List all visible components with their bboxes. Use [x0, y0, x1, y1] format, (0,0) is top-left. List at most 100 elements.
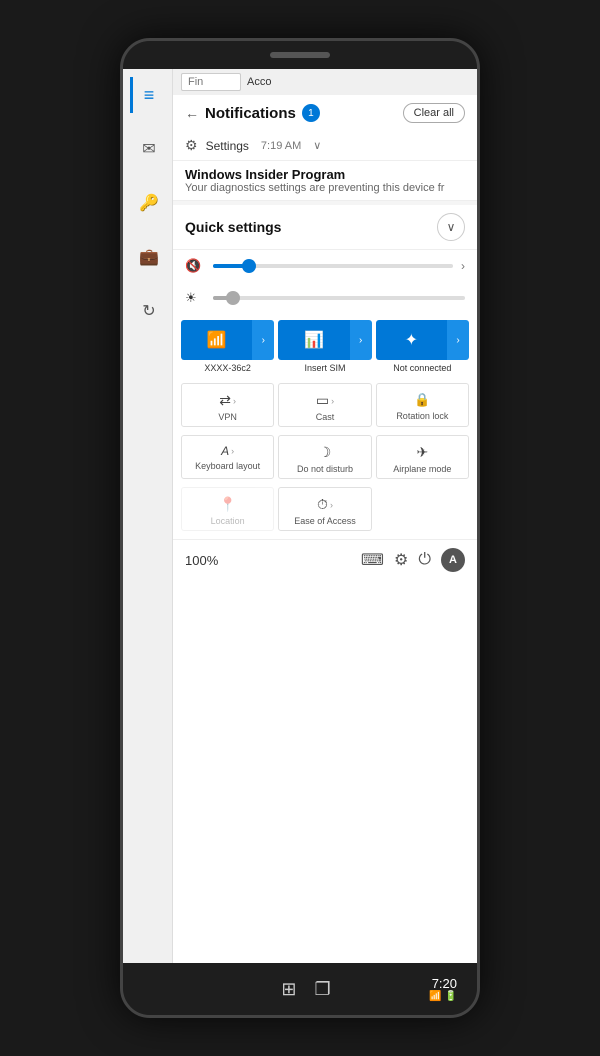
sidebar: ≡ ✉ 🔑 💼 ↻ [123, 69, 173, 963]
ease-of-access-tile[interactable]: ⏱ › Ease of Access [278, 487, 371, 531]
wifi-icon: 📶 [207, 330, 227, 350]
bt-tile-arrow[interactable]: › [447, 320, 469, 360]
rotation-lock-icon: 🔒 [414, 392, 430, 408]
cast-tile-inner: ▭ › [316, 392, 334, 409]
dnd-tile-label: Do not disturb [297, 464, 353, 474]
sim-tile-label: Insert SIM [304, 363, 345, 373]
sim-tile-arrow[interactable]: › [350, 320, 372, 360]
windows-start-icon[interactable]: ⊞ [281, 979, 296, 1000]
bluetooth-tile-button[interactable]: ✦ [376, 320, 447, 360]
wifi-tile-btn-row: 📶 › [181, 320, 274, 360]
quick-settings-collapse-button[interactable]: ∨ [437, 213, 465, 241]
ease-of-access-inner: ⏱ › [317, 496, 333, 513]
taskbar-right-area: 7:20 📶 🔋 [429, 976, 457, 1002]
vpn-arrow-icon: › [233, 396, 236, 406]
battery-percentage: 100% [185, 553, 218, 568]
back-button[interactable]: ← [185, 105, 199, 121]
location-icon: 📍 [219, 496, 236, 513]
wifi-status-icon: 📶 [429, 991, 441, 1002]
fourth-tiles-row: 📍 Location ⏱ › Ease of Access [173, 483, 477, 535]
airplane-tile-inner: ✈ [416, 444, 428, 461]
rotation-lock-tile-label: Rotation lock [396, 411, 448, 421]
settings-bottom-icon[interactable]: ⚙ [394, 550, 408, 570]
keyboard-icon: A [221, 444, 229, 458]
keyboard-layout-tile[interactable]: A › Keyboard layout [181, 435, 274, 479]
signal-icon: 📊 [304, 330, 324, 350]
location-tile[interactable]: 📍 Location [181, 487, 274, 531]
sidebar-item-briefcase[interactable]: 💼 [130, 239, 166, 275]
notifications-header: ← Notifications 1 Clear all [173, 95, 477, 131]
vpn-icon: ⇄ [219, 392, 231, 409]
rotation-lock-tile-inner: 🔒 [414, 392, 430, 408]
sidebar-item-mail[interactable]: ✉ [130, 131, 166, 167]
quick-settings-panel: Quick settings ∨ 🔇 › ☀ [173, 205, 477, 963]
sim-tile-button[interactable]: 📊 [278, 320, 349, 360]
volume-slider-thumb [242, 259, 256, 273]
volume-slider-row: 🔇 › [173, 250, 477, 282]
insider-notification-item[interactable]: Windows Insider Program Your diagnostics… [173, 161, 477, 201]
cast-tile[interactable]: ▭ › Cast [278, 383, 371, 427]
empty-tile [376, 487, 469, 531]
tertiary-tiles-row: A › Keyboard layout ☽ Do not disturb [173, 431, 477, 483]
sidebar-item-refresh[interactable]: ↻ [130, 293, 166, 329]
battery-status-icon: 🔋 [445, 991, 457, 1002]
dnd-icon: ☽ [319, 444, 332, 461]
tile-group-bluetooth: ✦ › Not connected [376, 320, 469, 373]
location-tile-label: Location [211, 516, 245, 526]
brightness-slider-row: ☀ [173, 282, 477, 314]
insider-notif-title: Windows Insider Program [185, 167, 465, 182]
settings-chevron-icon: ∨ [313, 139, 321, 152]
tile-group-wifi: 📶 › XXXX-36c2 [181, 320, 274, 373]
brightness-slider[interactable] [213, 296, 465, 300]
settings-notif-label: Settings [206, 139, 249, 153]
airplane-mode-tile[interactable]: ✈ Airplane mode [376, 435, 469, 479]
taskbar-time: 7:20 [432, 976, 457, 991]
airplane-icon: ✈ [416, 444, 428, 461]
sidebar-item-keys[interactable]: 🔑 [130, 185, 166, 221]
brightness-icon: ☀ [185, 290, 205, 306]
task-view-icon[interactable]: ❐ [315, 979, 331, 1000]
volume-slider[interactable] [213, 264, 453, 268]
phone-taskbar: ⊞ ❐ 7:20 📶 🔋 [123, 963, 477, 1015]
quick-settings-title: Quick settings [185, 219, 281, 235]
notifications-badge: 1 [302, 104, 320, 122]
bluetooth-tile-label: Not connected [393, 363, 451, 373]
ease-of-access-tile-label: Ease of Access [294, 516, 356, 526]
sim-tile-btn-row: 📊 › [278, 320, 371, 360]
do-not-disturb-tile[interactable]: ☽ Do not disturb [278, 435, 371, 479]
wifi-tile-button[interactable]: 📶 [181, 320, 252, 360]
bt-tile-btn-row: ✦ › [376, 320, 469, 360]
wifi-tile-label: XXXX-36c2 [204, 363, 251, 373]
vpn-tile-label: VPN [218, 412, 237, 422]
find-input[interactable] [181, 73, 241, 91]
collapse-chevron-icon: ∨ [447, 220, 456, 234]
main-content: Acco ← Notifications 1 Clear all ⚙ Setti… [173, 69, 477, 963]
clear-all-button[interactable]: Clear all [403, 103, 465, 123]
keyboard-layout-tile-label: Keyboard layout [195, 461, 260, 471]
settings-notif-time: 7:19 AM [261, 140, 301, 152]
keyboard-bottom-icon[interactable]: ⌨ [361, 550, 384, 570]
power-bottom-icon[interactable]: ⏻ [418, 551, 431, 569]
rotation-lock-tile[interactable]: 🔒 Rotation lock [376, 383, 469, 427]
bluetooth-icon: ✦ [405, 330, 418, 350]
sidebar-item-menu[interactable]: ≡ [130, 77, 166, 113]
insider-notif-desc: Your diagnostics settings are preventing… [185, 182, 465, 194]
user-avatar[interactable]: A [441, 548, 465, 572]
cast-arrow-icon: › [331, 396, 334, 406]
wifi-tile-arrow[interactable]: › [252, 320, 274, 360]
airplane-tile-label: Airplane mode [393, 464, 451, 474]
dnd-tile-inner: ☽ [319, 444, 332, 461]
settings-notification-item[interactable]: ⚙ Settings 7:19 AM ∨ [173, 131, 477, 161]
settings-gear-icon: ⚙ [185, 137, 198, 154]
quick-settings-header: Quick settings ∨ [173, 205, 477, 250]
vpn-tile[interactable]: ⇄ › VPN [181, 383, 274, 427]
volume-arrow-icon[interactable]: › [461, 259, 465, 273]
ease-of-access-arrow-icon: › [330, 500, 333, 510]
taskbar-status-icons: 📶 🔋 [429, 991, 457, 1002]
bottom-icons-area: ⌨ ⚙ ⏻ A [361, 548, 465, 572]
cast-tile-label: Cast [316, 412, 335, 422]
phone-screen: ≡ ✉ 🔑 💼 ↻ Acco ← Notifications 1 Clear a… [123, 69, 477, 963]
notif-title-area: ← Notifications 1 [185, 104, 320, 122]
tile-group-sim: 📊 › Insert SIM [278, 320, 371, 373]
volume-mute-icon: 🔇 [185, 258, 205, 274]
